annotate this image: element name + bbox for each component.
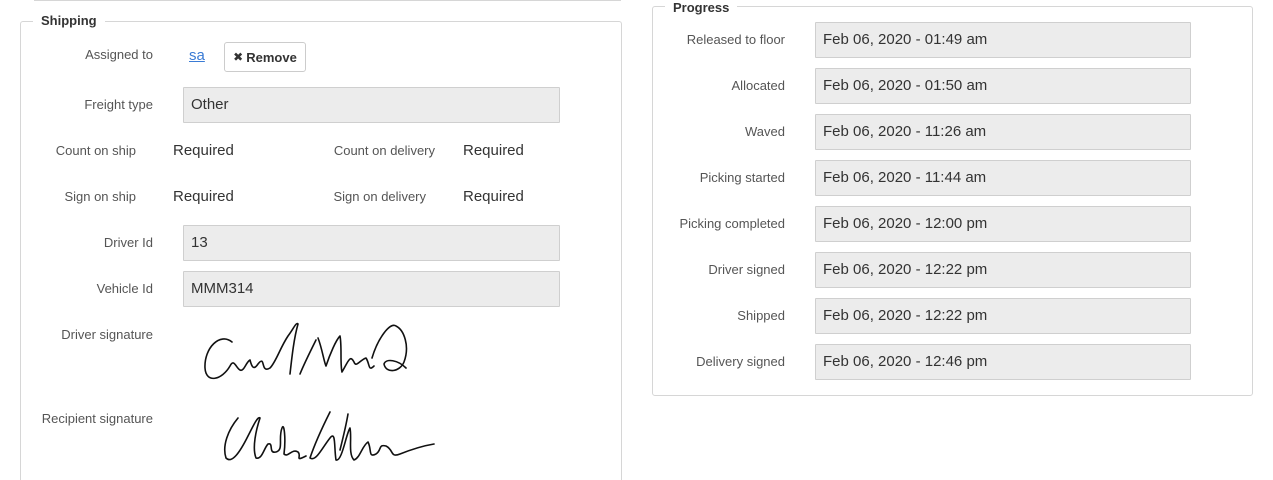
vehicle-id-field[interactable]: MMM314 (183, 271, 560, 307)
freight-type-label: Freight type (84, 97, 153, 112)
freight-type-field[interactable]: Other (183, 87, 560, 123)
progress-label-allocated: Allocated (731, 78, 785, 93)
driver-id-field[interactable]: 13 (183, 225, 560, 261)
sign-on-ship-value: Required (173, 188, 234, 205)
remove-button[interactable]: ✖ Remove (224, 42, 306, 72)
progress-label-waved: Waved (745, 124, 785, 139)
sign-on-ship-label: Sign on ship (64, 189, 136, 204)
recipient-signature-image (223, 411, 435, 461)
assigned-user-link[interactable]: sa (189, 47, 205, 65)
driver-signature-label: Driver signature (61, 327, 153, 342)
remove-button-label: Remove (246, 49, 297, 65)
progress-field-picking-completed[interactable]: Feb 06, 2020 - 12:00 pm (815, 206, 1191, 242)
section-divider (34, 0, 621, 1)
progress-field-driver-signed[interactable]: Feb 06, 2020 - 12:22 pm (815, 252, 1191, 288)
sign-on-delivery-label: Sign on delivery (333, 189, 427, 204)
driver-id-label: Driver Id (103, 235, 153, 250)
sign-on-delivery-value: Required (463, 188, 524, 205)
count-on-ship-label: Count on ship (55, 143, 136, 158)
progress-field-allocated[interactable]: Feb 06, 2020 - 01:50 am (815, 68, 1191, 104)
progress-label-picking-started: Picking started (699, 170, 785, 185)
count-on-delivery-label: Count on delivery (333, 143, 435, 158)
progress-field-picking-started[interactable]: Feb 06, 2020 - 11:44 am (815, 160, 1191, 196)
assigned-to-label: Assigned to (85, 47, 153, 62)
progress-label-driver-signed: Driver signed (708, 262, 785, 277)
progress-label-released-to-floor: Released to floor (686, 32, 785, 47)
progress-title: Progress (665, 0, 738, 16)
vehicle-id-label: Vehicle Id (96, 281, 153, 296)
progress-field-waved[interactable]: Feb 06, 2020 - 11:26 am (815, 114, 1191, 150)
progress-field-delivery-signed[interactable]: Feb 06, 2020 - 12:46 pm (815, 344, 1191, 380)
progress-panel (652, 6, 1253, 396)
progress-label-delivery-signed: Delivery signed (696, 354, 785, 369)
count-on-delivery-value: Required (463, 142, 524, 159)
times-icon: ✖ (233, 50, 244, 64)
count-on-ship-value: Required (173, 142, 234, 159)
shipping-title: Shipping (33, 13, 105, 29)
progress-label-picking-completed: Picking completed (679, 216, 786, 231)
progress-field-released-to-floor[interactable]: Feb 06, 2020 - 01:49 am (815, 22, 1191, 58)
recipient-signature-label: Recipient signature (41, 411, 153, 426)
progress-field-shipped[interactable]: Feb 06, 2020 - 12:22 pm (815, 298, 1191, 334)
progress-label-shipped: Shipped (737, 308, 785, 323)
driver-signature-image (204, 322, 408, 380)
